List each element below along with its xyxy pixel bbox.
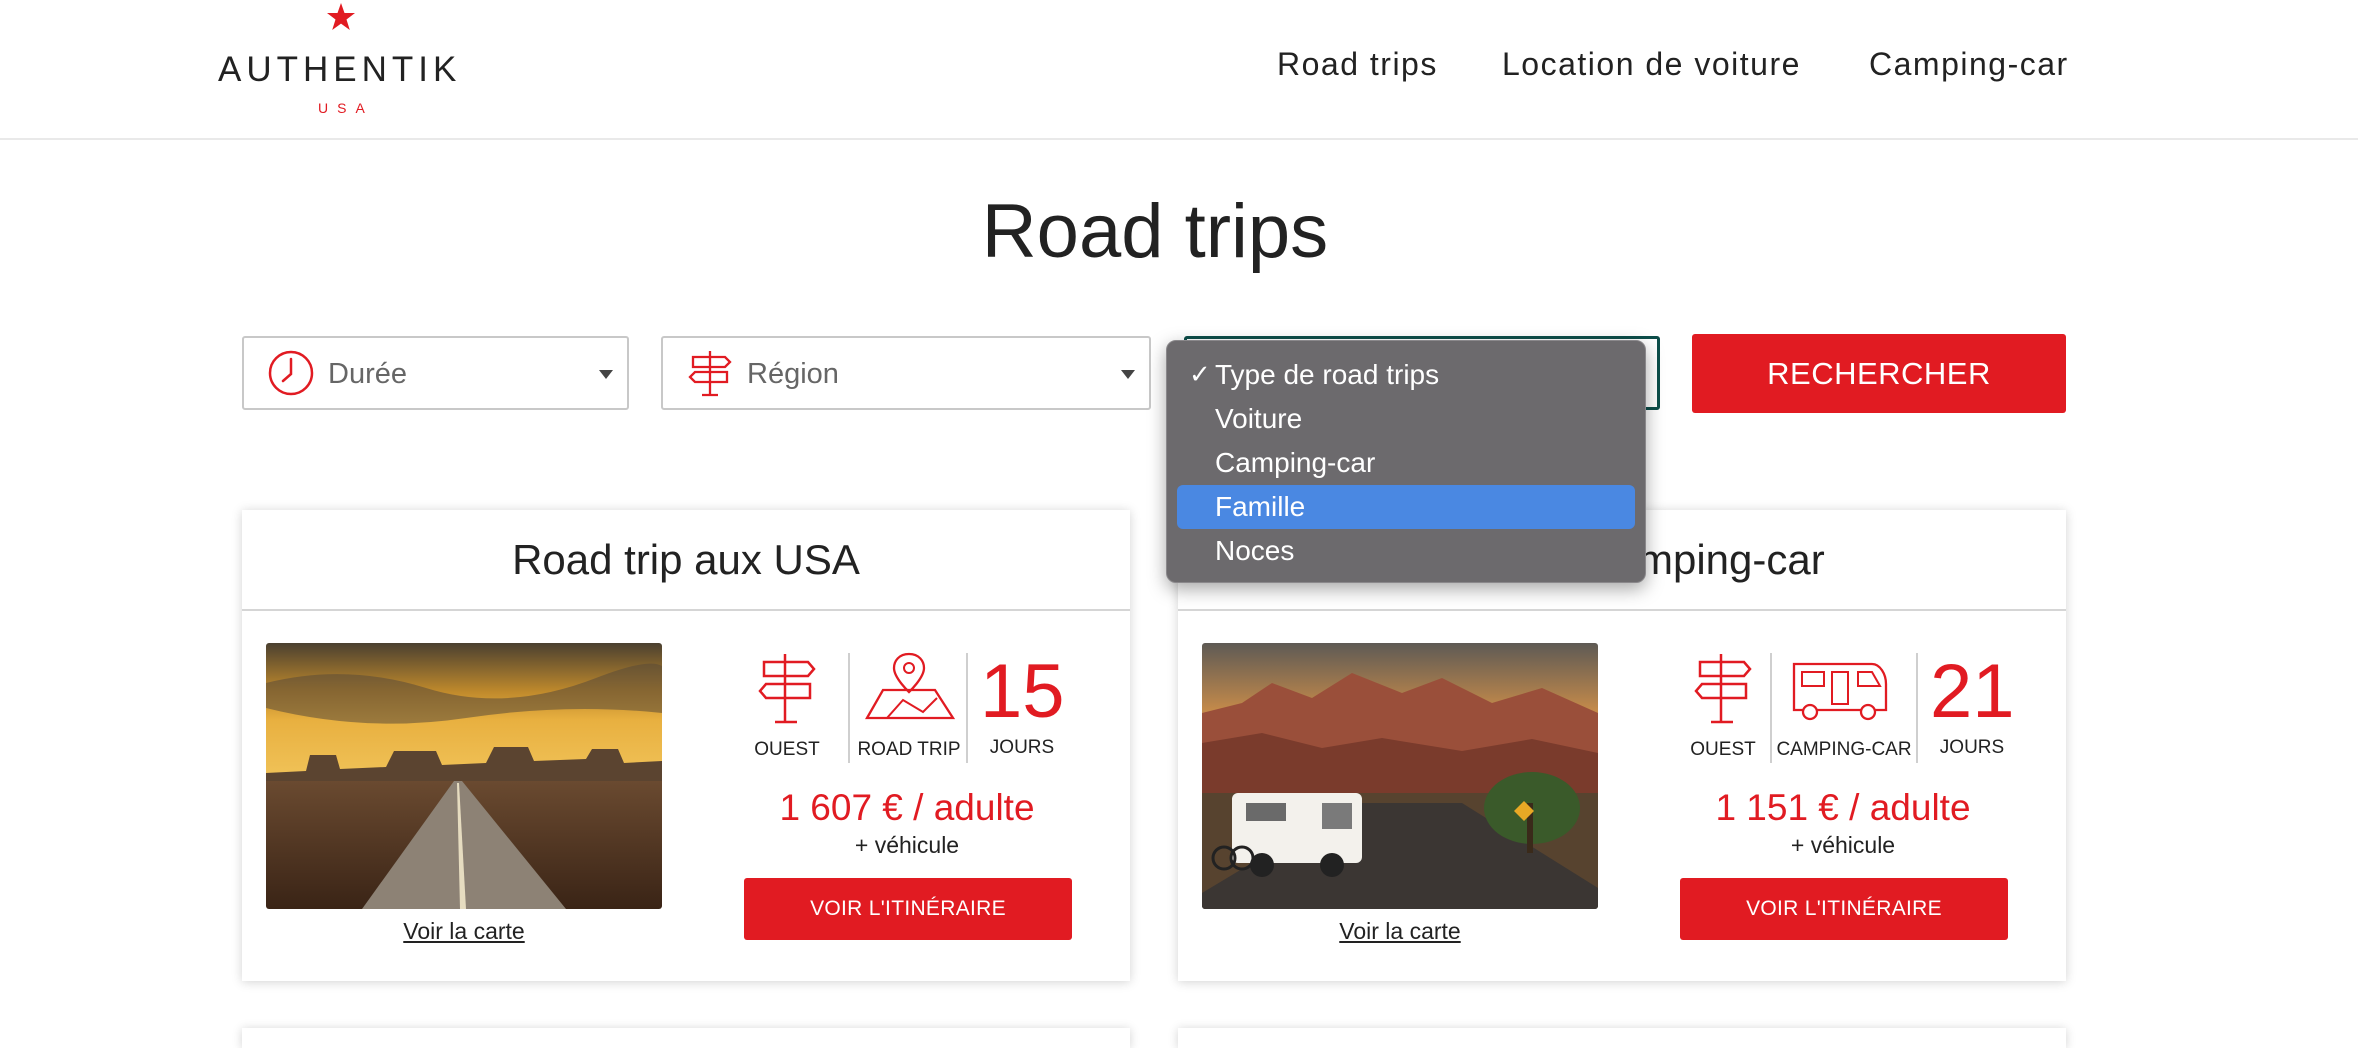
trip-type-dropdown-menu: ✓ Type de road trips Voiture Camping-car…: [1166, 340, 1646, 583]
view-itinerary-button[interactable]: VOIR L'ITINÉRAIRE: [744, 878, 1072, 940]
duration-select[interactable]: Durée: [242, 336, 629, 410]
dropdown-option-type-de-road-trips[interactable]: ✓ Type de road trips: [1177, 353, 1635, 397]
signpost-icon: [1694, 654, 1752, 724]
nav-camping-car[interactable]: Camping-car: [1869, 46, 2069, 83]
page-title: Road trips: [981, 189, 1329, 274]
brand-name: AUTHENTIK: [218, 50, 462, 89]
trip-card: [242, 1028, 1130, 1048]
card-title: Road trip aux USA: [242, 510, 1130, 611]
dropdown-option-camping-car[interactable]: Camping-car: [1177, 441, 1635, 485]
nav-road-trips[interactable]: Road trips: [1277, 46, 1438, 83]
divider: [848, 653, 850, 763]
trip-days: 21: [1930, 649, 2015, 734]
trip-region-label: OUEST: [1690, 739, 1756, 760]
view-map-link[interactable]: Voir la carte: [266, 918, 662, 945]
region-select[interactable]: Région: [661, 336, 1151, 410]
signpost-icon: [688, 351, 732, 397]
trip-card: Road trip aux USA Voir la carte 15 OUEST…: [242, 510, 1130, 981]
divider: [1916, 653, 1918, 763]
nav-location-voiture[interactable]: Location de voiture: [1502, 46, 1801, 83]
trip-type-label: CAMPING-CAR: [1776, 739, 1912, 760]
clock-icon: [268, 350, 314, 396]
days-label: JOURS: [1939, 737, 2005, 758]
chevron-down-icon: [599, 370, 613, 379]
trip-price: 1 607 € / adulte: [779, 787, 1035, 828]
brand-logo[interactable]: AUTHENTIK USA: [210, 0, 470, 130]
trip-price: 1 151 € / adulte: [1715, 787, 1971, 828]
trip-days: 15: [980, 649, 1065, 734]
days-label: JOURS: [989, 737, 1055, 758]
view-map-link[interactable]: Voir la carte: [1202, 918, 1598, 945]
trip-photo-rv-canyon[interactable]: [1202, 643, 1598, 909]
trip-card: [1178, 1028, 2066, 1048]
red-star-icon: [327, 3, 355, 30]
trip-photo-desert-road[interactable]: [266, 643, 662, 909]
divider: [1770, 653, 1772, 763]
map-pin-icon: [865, 652, 956, 720]
dropdown-option-voiture[interactable]: Voiture: [1177, 397, 1635, 441]
region-placeholder: Région: [747, 358, 839, 390]
trip-region-label: OUEST: [754, 739, 820, 760]
dropdown-option-noces[interactable]: Noces: [1177, 529, 1635, 573]
view-itinerary-button[interactable]: VOIR L'ITINÉRAIRE: [1680, 878, 2008, 940]
site-header: AUTHENTIK USA Road trips Location de voi…: [0, 0, 2358, 140]
chevron-down-icon: [1121, 370, 1135, 379]
checkmark-icon: ✓: [1189, 359, 1211, 389]
trip-vehicle-note: + véhicule: [1790, 832, 1896, 858]
signpost-icon: [758, 654, 816, 724]
trip-vehicle-note: + véhicule: [854, 832, 960, 858]
duration-placeholder: Durée: [328, 358, 407, 390]
divider: [966, 653, 968, 763]
camping-car-icon: [1792, 662, 1888, 721]
brand-subtitle: USA: [318, 100, 374, 116]
dropdown-option-famille[interactable]: Famille: [1177, 485, 1635, 529]
search-button[interactable]: RECHERCHER: [1692, 334, 2066, 413]
trip-type-label: ROAD TRIP: [857, 739, 961, 760]
